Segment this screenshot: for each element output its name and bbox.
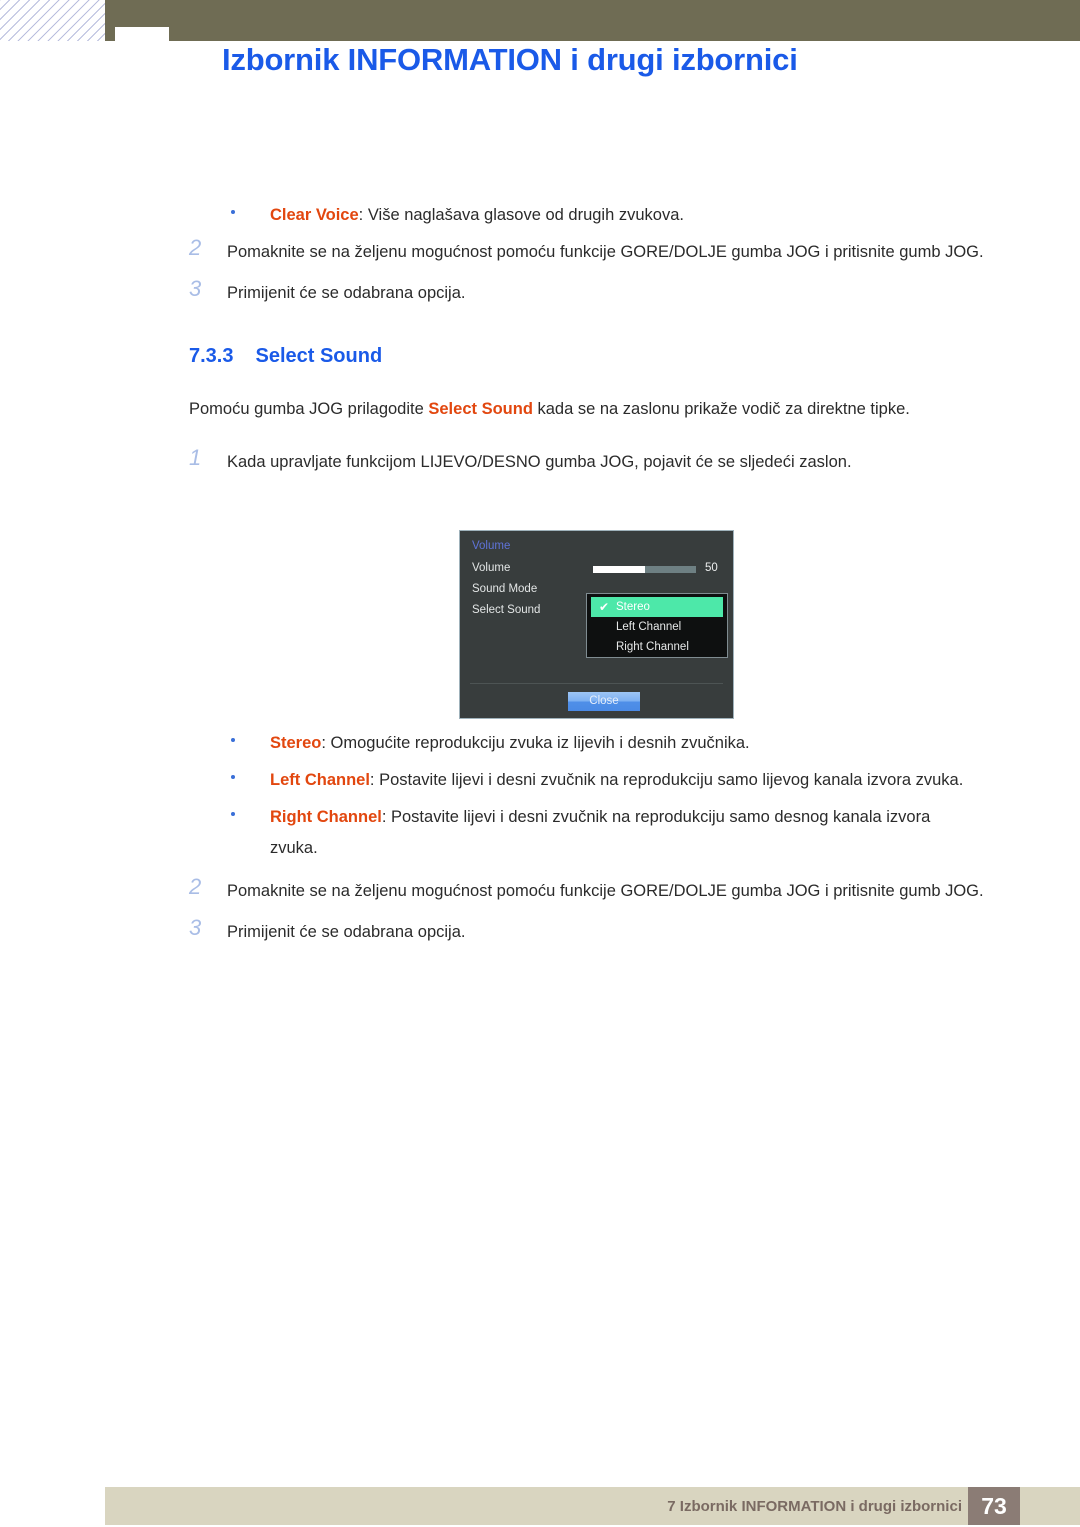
volume-slider-fill — [593, 566, 645, 573]
osd-row-label-select-sound: Select Sound — [472, 604, 541, 616]
step-item: 2 Pomaknite se na željenu mogućnost pomo… — [0, 874, 1080, 907]
step-text: Pomaknite se na željenu mogućnost pomoću… — [227, 882, 984, 900]
page-number-box: 73 — [968, 1487, 1020, 1525]
list-item: Right Channel: Postavite lijevi i desni … — [0, 802, 1080, 864]
section-number: 7.3.3 — [189, 345, 234, 367]
section-intro-paragraph: Pomoću gumba JOG prilagodite Select Soun… — [0, 394, 1080, 425]
page-footer: 7 Izbornik INFORMATION i drugi izbornici… — [105, 1487, 1080, 1525]
bullet-text: Clear Voice: Više naglašava glasove od d… — [270, 206, 684, 224]
submenu-item-label: Stereo — [616, 601, 650, 613]
step-number: 3 — [189, 915, 202, 940]
step-item: 2 Pomaknite se na željenu mogućnost pomo… — [0, 235, 1080, 268]
step-text: Pomaknite se na željenu mogućnost pomoću… — [227, 243, 984, 261]
step-number: 1 — [189, 445, 202, 470]
submenu-item-label: Left Channel — [616, 621, 682, 633]
osd-screenshot-figure: Volume Volume Sound Mode Select Sound 50… — [459, 530, 734, 719]
osd-row-label-sound-mode: Sound Mode — [472, 583, 538, 595]
checkmark-icon: ✔ — [599, 600, 610, 614]
page-content-lower: Stereo: Omogućite reprodukciju zvuka iz … — [0, 728, 1080, 958]
step-number: 3 — [189, 276, 202, 301]
close-button[interactable]: Close — [568, 692, 640, 711]
intro-text-after: kada se na zaslonu prikaže vodič za dire… — [532, 400, 910, 418]
bullet-keyword: Stereo — [270, 734, 322, 752]
bullet-keyword: Right Channel — [270, 808, 382, 826]
diagonal-hatch-decoration — [0, 0, 108, 41]
intro-text-before: Pomoću gumba JOG prilagodite — [189, 400, 429, 418]
list-item: Clear Voice: Više naglašava glasove od d… — [0, 200, 1080, 231]
bullet-description: : Postavite lijevi i desni zvučnik na re… — [369, 771, 964, 789]
step-item: 3 Primijenit će se odabrana opcija. — [0, 276, 1080, 309]
step-text: Primijenit će se odabrana opcija. — [227, 923, 466, 941]
step-text: Primijenit će se odabrana opcija. — [227, 284, 466, 302]
bullet-dot-icon — [231, 775, 235, 779]
submenu-item-right-channel[interactable]: Right Channel — [587, 637, 727, 657]
bullet-text: Right Channel: Postavite lijevi i desni … — [270, 808, 930, 857]
step-text: Kada upravljate funkcijom LIJEVO/DESNO g… — [227, 453, 852, 471]
list-item: Left Channel: Postavite lijevi i desni z… — [0, 765, 1080, 796]
osd-row-label-volume: Volume — [472, 562, 511, 574]
page-header: Izbornik INFORMATION i drugi izbornici — [0, 0, 1080, 120]
osd-panel: Volume Volume Sound Mode Select Sound 50… — [459, 530, 734, 719]
select-sound-submenu: ✔ Stereo Left Channel Right Channel — [586, 593, 728, 658]
volume-value: 50 — [705, 562, 718, 574]
page-content: Clear Voice: Više naglašava glasove od d… — [0, 200, 1080, 488]
section-title: Select Sound — [255, 345, 383, 367]
bullet-dot-icon — [231, 812, 235, 816]
bullet-dot-icon — [231, 738, 235, 742]
bullet-description: : Više naglašava glasove od drugih zvuko… — [358, 206, 684, 224]
bullet-text: Left Channel: Postavite lijevi i desni z… — [270, 771, 963, 789]
bullet-keyword: Left Channel — [270, 771, 370, 789]
osd-divider — [470, 683, 723, 684]
footer-chapter-label: 7 Izbornik INFORMATION i drugi izbornici — [667, 1498, 962, 1515]
osd-title: Volume — [472, 540, 511, 552]
bullet-description: : Omogućite reprodukciju zvuka iz lijevi… — [321, 734, 750, 752]
step-number: 2 — [189, 874, 202, 899]
header-notch-decoration — [115, 27, 169, 43]
page-number: 73 — [981, 1493, 1007, 1519]
submenu-item-left-channel[interactable]: Left Channel — [587, 617, 727, 637]
bullet-text: Stereo: Omogućite reprodukciju zvuka iz … — [270, 734, 750, 752]
step-item: 1 Kada upravljate funkcijom LIJEVO/DESNO… — [0, 445, 1080, 478]
step-number: 2 — [189, 235, 202, 260]
intro-keyword: Select Sound — [428, 400, 533, 418]
submenu-item-stereo[interactable]: ✔ Stereo — [591, 597, 723, 617]
bullet-dot-icon — [231, 210, 235, 214]
volume-slider[interactable] — [593, 566, 696, 573]
section-heading: 7.3.3 Select Sound — [0, 345, 1080, 368]
bullet-keyword: Clear Voice — [270, 206, 359, 224]
header-olive-bar — [105, 0, 1080, 41]
submenu-item-label: Right Channel — [616, 641, 689, 653]
page-title: Izbornik INFORMATION i drugi izbornici — [222, 42, 798, 77]
list-item: Stereo: Omogućite reprodukciju zvuka iz … — [0, 728, 1080, 759]
step-item: 3 Primijenit će se odabrana opcija. — [0, 915, 1080, 948]
